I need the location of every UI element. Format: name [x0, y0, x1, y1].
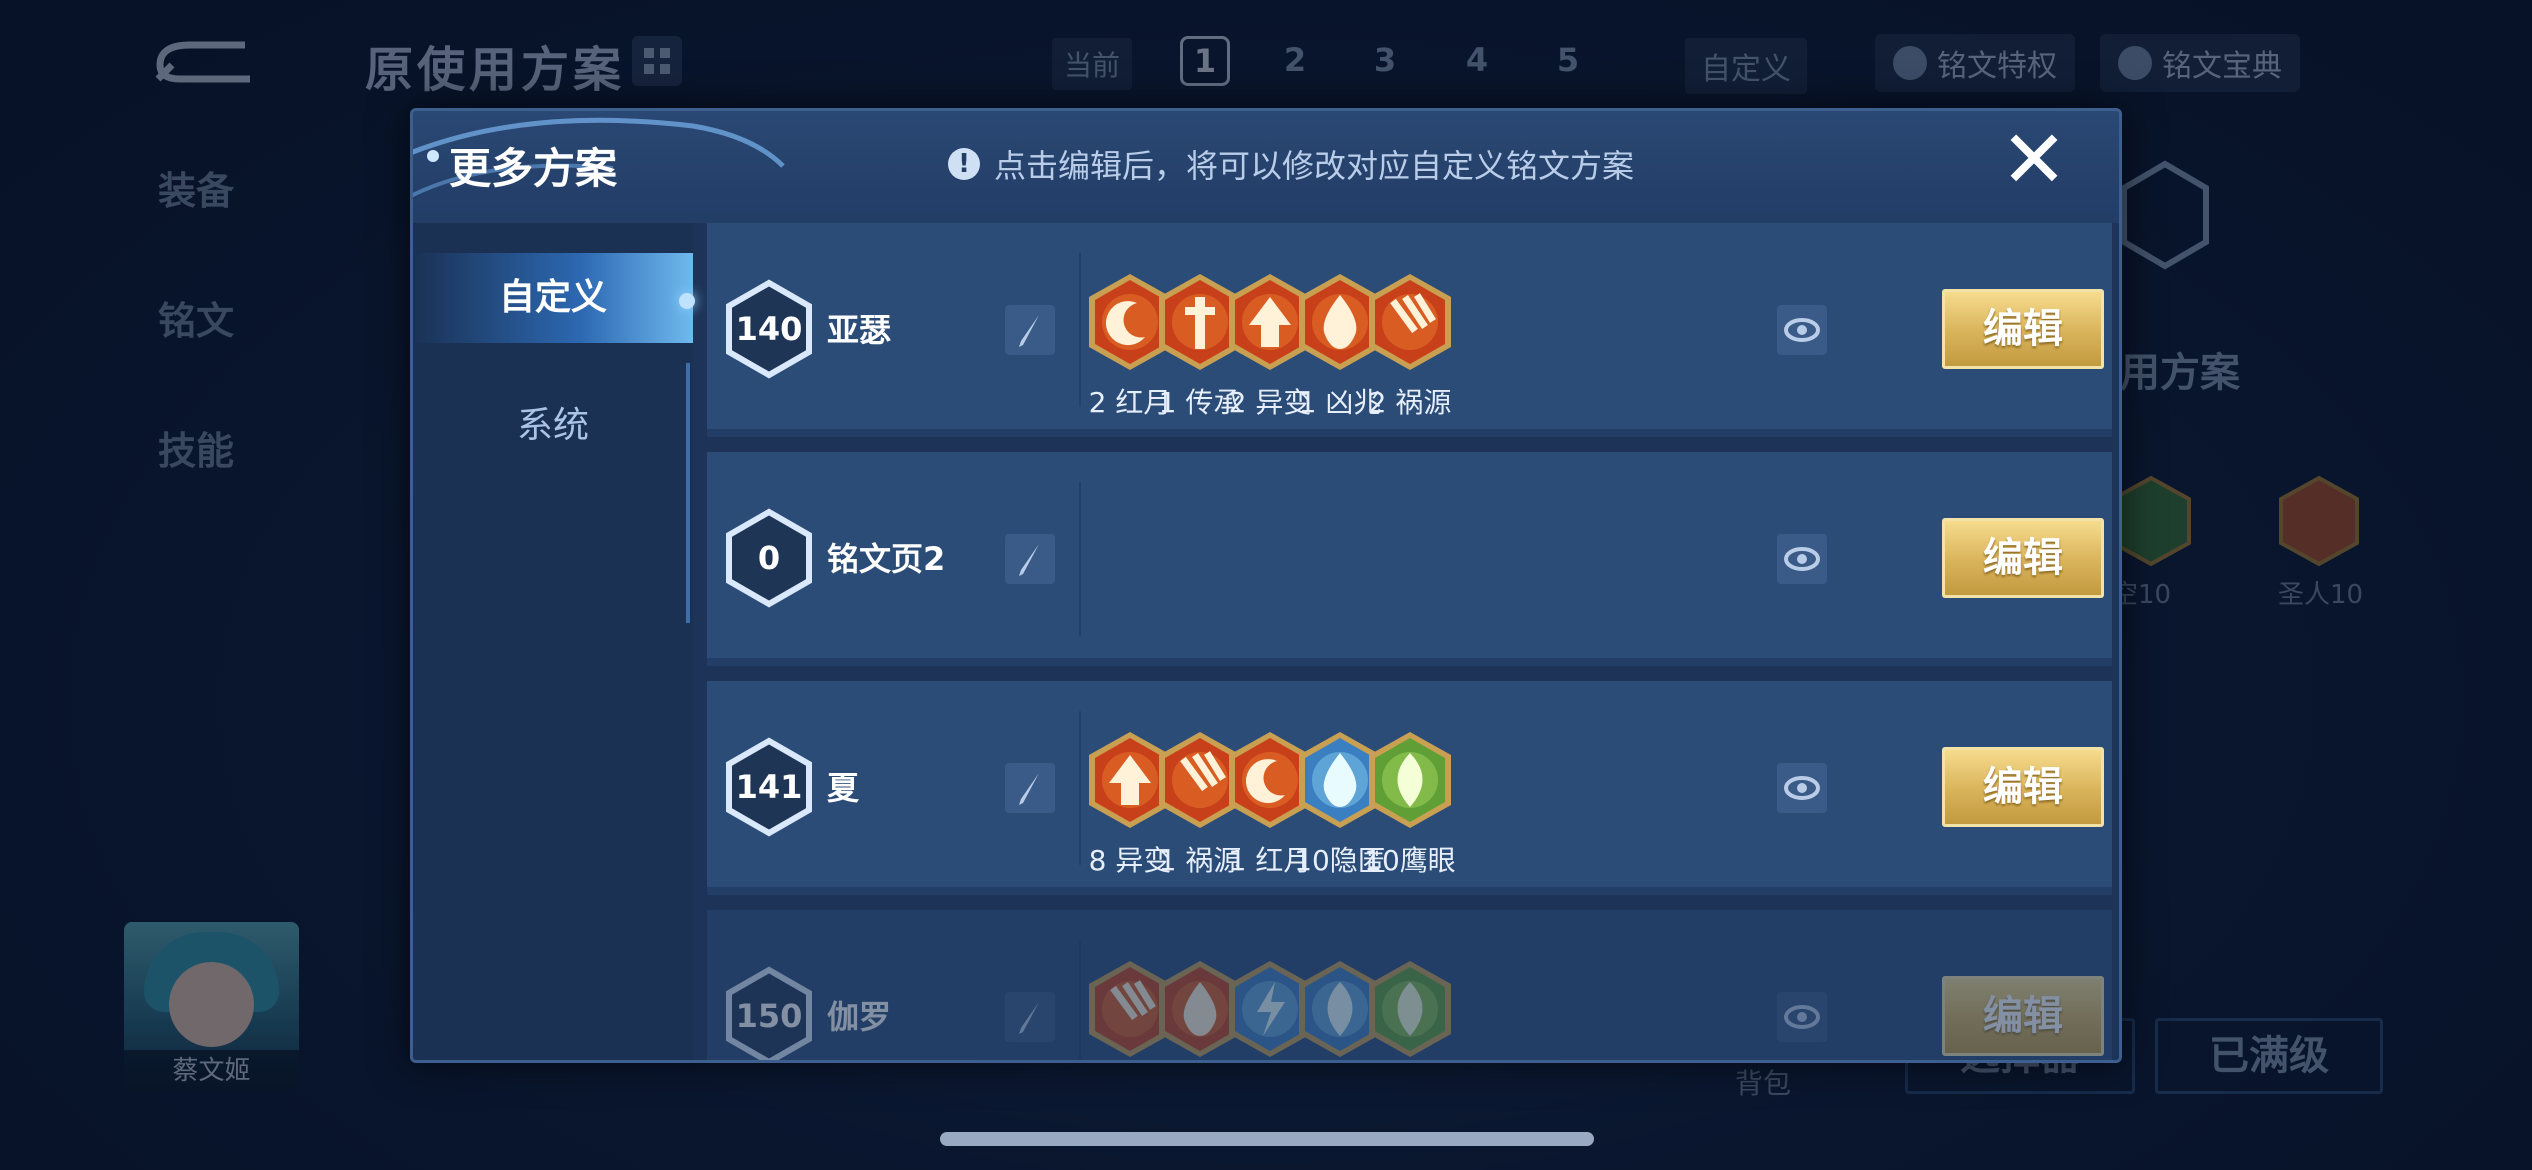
tab-custom[interactable]: 自定义 — [413, 253, 695, 343]
page-4[interactable]: 4 — [1452, 36, 1502, 86]
privilege-label: 铭文特权 — [1937, 49, 2057, 84]
eye-icon — [1784, 1005, 1820, 1029]
edit-notice: ! 点击编辑后，将可以修改对应自定义铭文方案 — [948, 141, 1634, 187]
tab-scrollbar[interactable] — [686, 363, 690, 623]
preview-button[interactable] — [1777, 992, 1827, 1042]
tab-system[interactable]: 系统 — [413, 381, 693, 471]
plan-name: 伽罗 — [827, 998, 892, 1036]
rune-red-icon — [2279, 475, 2359, 567]
home-indicator[interactable] — [940, 1132, 1594, 1146]
tab-active-dot-icon — [679, 293, 695, 309]
back-arrow-icon — [155, 41, 250, 83]
pen-icon — [1019, 773, 1039, 805]
plan-row[interactable]: 150 伽罗 编辑 — [707, 910, 2112, 1060]
max-level-button[interactable]: 已满级 — [2155, 1018, 2383, 1094]
plan-title: 原使用方案 — [365, 42, 626, 98]
plan-name: 铭文页2 — [827, 540, 946, 578]
grid-icon[interactable] — [632, 36, 682, 86]
edit-button[interactable]: 编辑 — [1942, 289, 2104, 369]
nav-runes[interactable]: 铭文 — [158, 290, 234, 345]
more-plans-modal: 更多方案 ! 点击编辑后，将可以修改对应自定义铭文方案 ✕ 自定义 系统 140… — [410, 108, 2122, 1063]
pen-icon — [1019, 315, 1039, 347]
avatar[interactable]: 蔡文姬 — [124, 922, 299, 1092]
plan-row[interactable]: 140 亚瑟 编辑 2 红月 1 传承 2 异变 1 凶兆 2 祸源 — [707, 223, 2112, 437]
edit-button[interactable]: 编辑 — [1942, 976, 2104, 1056]
rename-button[interactable] — [1005, 763, 1055, 813]
page-2[interactable]: 2 — [1270, 36, 1320, 86]
codex-label: 铭文宝典 — [2162, 49, 2282, 84]
page-5[interactable]: 5 — [1543, 36, 1593, 86]
page-1[interactable]: 1 — [1180, 36, 1230, 86]
pen-icon — [1019, 1002, 1039, 1034]
preview-button[interactable] — [1777, 763, 1827, 813]
rune-red-icon[interactable] — [1365, 271, 1455, 373]
preview-button[interactable] — [1777, 534, 1827, 584]
pen-icon — [1019, 544, 1039, 576]
current-label: 当前 — [1052, 38, 1133, 90]
codex-icon — [2118, 46, 2152, 80]
info-icon: ! — [948, 148, 980, 180]
rune-privilege-button[interactable]: 铭文特权 — [1875, 34, 2075, 92]
plan-name: 夏 — [827, 769, 860, 807]
close-icon[interactable]: ✕ — [1997, 120, 2071, 200]
bag-label[interactable]: 背包 — [1735, 1062, 1791, 1102]
rune-label: 2 祸源 — [1368, 386, 1452, 419]
tab-custom-label: 自定义 — [498, 277, 607, 318]
plan-level: 140 — [735, 310, 803, 348]
eye-icon — [1784, 776, 1820, 800]
plan-tabs: 自定义 系统 — [413, 223, 695, 1060]
plan-name: 亚瑟 — [827, 311, 892, 349]
page-3[interactable]: 3 — [1360, 36, 1410, 86]
rename-button[interactable] — [1005, 305, 1055, 355]
eye-icon — [1784, 318, 1820, 342]
modal-header: 更多方案 ! 点击编辑后，将可以修改对应自定义铭文方案 ✕ — [413, 111, 2119, 223]
tab-system-label: 系统 — [516, 405, 589, 446]
level-hex-icon — [2121, 160, 2209, 270]
nav-equipment[interactable]: 装备 — [158, 160, 234, 215]
right-plan-text: 用方案 — [2120, 350, 2240, 396]
nav-skills[interactable]: 技能 — [158, 420, 234, 475]
preview-button[interactable] — [1777, 305, 1827, 355]
plan-level: 141 — [735, 768, 803, 806]
privilege-icon — [1893, 46, 1927, 80]
plan-list[interactable]: 140 亚瑟 编辑 2 红月 1 传承 2 异变 1 凶兆 2 祸源 0 铭文页2 编辑 141 夏编辑… — [707, 223, 2112, 1060]
rune-label: 10鹰眼 — [1364, 844, 1456, 877]
edit-button[interactable]: 编辑 — [1942, 518, 2104, 598]
rune-codex-button[interactable]: 铭文宝典 — [2100, 34, 2300, 92]
plan-row[interactable]: 141 夏编辑 8 异变 1 祸源 1 红月 10隐匿 10鹰眼 — [707, 681, 2112, 895]
plan-row[interactable]: 0 铭文页2 编辑 — [707, 452, 2112, 666]
rune-green-icon — [2111, 475, 2191, 567]
modal-title: 更多方案 — [449, 144, 618, 193]
avatar-name: 蔡文姬 — [124, 1050, 299, 1092]
custom-tab[interactable]: 自定义 — [1685, 38, 1807, 94]
plan-level: 0 — [757, 539, 781, 577]
rune-green-icon[interactable] — [1365, 958, 1455, 1060]
plan-level: 150 — [735, 997, 803, 1035]
rename-button[interactable] — [1005, 534, 1055, 584]
back-button[interactable] — [150, 35, 260, 87]
right-rune-label: 圣人10 — [2278, 580, 2364, 610]
eye-icon — [1784, 547, 1820, 571]
rune-green-icon[interactable] — [1365, 729, 1455, 831]
rename-button[interactable] — [1005, 992, 1055, 1042]
edit-button[interactable]: 编辑 — [1942, 747, 2104, 827]
notice-text: 点击编辑后，将可以修改对应自定义铭文方案 — [994, 147, 1635, 185]
